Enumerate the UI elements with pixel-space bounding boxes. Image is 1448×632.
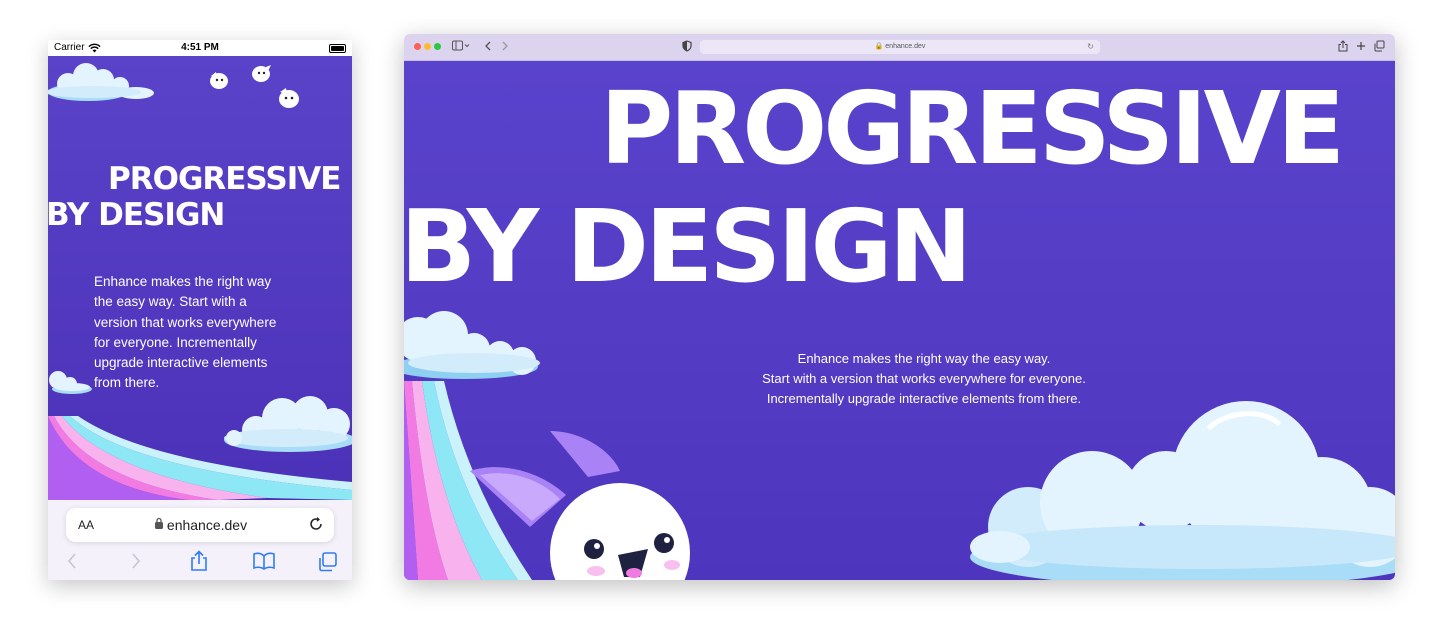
cloud-illustration (48, 63, 154, 101)
axol-bird-icon (279, 88, 299, 108)
safari-bottom-bar: AA enhance.dev (48, 500, 352, 580)
cloud-illustration (970, 401, 1395, 580)
description-line: Enhance makes the right way (94, 274, 272, 289)
lock-icon: 🔒 (874, 43, 884, 50)
hero-title-line2: BY DESIGN (48, 197, 225, 233)
battery-icon (329, 44, 346, 53)
desktop-safari-window: 🔒 enhance.dev ↻ PROGRESSIVE BY DESIGN En… (404, 34, 1395, 580)
hero-title-line2: BY DESIGN (404, 188, 972, 305)
hero-description: Enhance makes the right way the easy way… (94, 272, 304, 394)
description-line: Start with a version that works everywhe… (762, 371, 1086, 386)
description-line: for everyone. Incrementally (94, 334, 257, 350)
cloud-illustration (404, 311, 540, 379)
back-icon[interactable] (66, 552, 78, 570)
mobile-safari-screenshot: Carrier 4:51 PM PROGRESSIVE BY DESIGN En… (48, 40, 352, 580)
reload-icon[interactable] (308, 516, 324, 532)
description-line: the easy way. Start with a (94, 294, 247, 310)
share-icon[interactable] (1338, 40, 1348, 52)
axol-bird-icon (252, 65, 271, 82)
hero-section: PROGRESSIVE BY DESIGN Enhance makes the … (48, 56, 352, 500)
minimize-window-button[interactable] (424, 43, 431, 50)
tabs-icon[interactable] (318, 552, 338, 572)
tabs-overview-icon[interactable] (1374, 40, 1385, 52)
forward-icon[interactable] (130, 552, 142, 570)
url-text[interactable]: enhance.dev (66, 517, 334, 533)
reload-icon[interactable]: ↻ (1087, 40, 1094, 54)
cloud-illustration (224, 396, 352, 452)
description-line: upgrade interactive elements (94, 355, 268, 371)
back-icon[interactable] (484, 40, 492, 52)
hero-title-line1: PROGRESSIVE (600, 70, 1345, 187)
new-tab-icon[interactable] (1356, 40, 1366, 52)
description-line: version that works everywhere (94, 314, 277, 330)
privacy-shield-icon[interactable] (682, 40, 692, 52)
url-text[interactable]: enhance.dev (885, 43, 925, 50)
hero-title-line1: PROGRESSIVE (108, 161, 341, 197)
zoom-window-button[interactable] (434, 43, 441, 50)
axol-bird-icon (210, 72, 228, 89)
share-icon[interactable] (190, 550, 208, 572)
bookmarks-icon[interactable] (253, 552, 275, 570)
hero-section: PROGRESSIVE BY DESIGN Enhance makes the … (404, 61, 1395, 580)
forward-icon[interactable] (501, 40, 509, 52)
address-bar[interactable]: 🔒 enhance.dev ↻ (700, 40, 1100, 54)
axol-mascot-illustration (470, 431, 690, 580)
browser-toolbar: 🔒 enhance.dev ↻ (404, 34, 1395, 61)
status-bar: Carrier 4:51 PM (48, 40, 352, 56)
description-line: Enhance makes the right way the easy way… (797, 351, 1051, 366)
status-time: 4:51 PM (181, 42, 219, 53)
address-bar[interactable]: AA enhance.dev (66, 508, 334, 542)
close-window-button[interactable] (414, 43, 421, 50)
cloud-illustration (49, 371, 92, 394)
sidebar-icon[interactable] (452, 40, 470, 52)
